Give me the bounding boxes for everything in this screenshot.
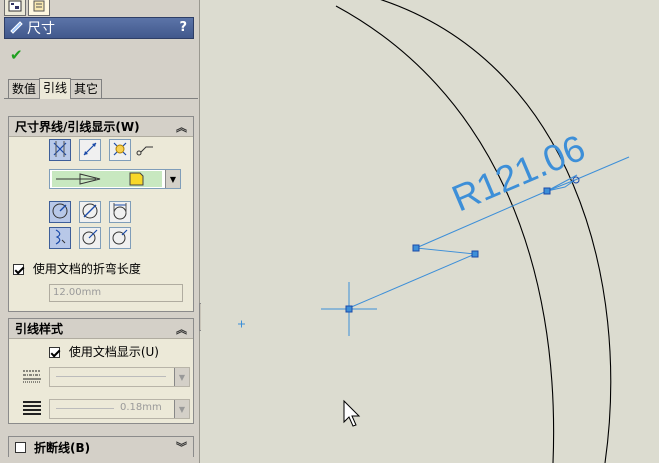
foreshortened-leader-icon <box>111 228 129 249</box>
chevron-down-icon: ▼ <box>174 368 189 386</box>
leader-handle[interactable] <box>345 305 353 313</box>
collapse-chevron-icon[interactable]: ︽ <box>176 119 187 135</box>
witness-leader-group: 尺寸界线/引线显示(W) ︽ ▼ 使用文档的折弯长度 12.00mm <box>8 116 194 312</box>
witness-leader-group-header[interactable]: 尺寸界线/引线显示(W) ︽ <box>9 117 193 137</box>
subtab-strip: 数值 引线 其它 <box>8 78 103 99</box>
leader-handle[interactable] <box>412 244 420 252</box>
tab-leaders[interactable]: 引线 <box>39 78 72 99</box>
panel-title: 尺寸 <box>27 21 55 37</box>
break-lines-group-header[interactable]: 折断线(B) ︾ <box>9 437 193 457</box>
leader-handle[interactable] <box>471 250 479 258</box>
bent-leader-icon <box>136 143 154 160</box>
arrows-smart-icon <box>111 140 129 161</box>
diameter-leader-icon <box>81 202 99 223</box>
help-button[interactable]: ? <box>179 20 187 35</box>
arrows-outside-icon <box>51 140 69 161</box>
break-lines-checkbox[interactable] <box>15 441 26 453</box>
drawing-svg: R121.06 <box>238 0 630 463</box>
arrow-style-select[interactable]: ▼ <box>49 169 181 189</box>
property-manager-tab[interactable] <box>28 0 50 16</box>
leader-open-button[interactable] <box>79 227 101 249</box>
leader-handle[interactable] <box>543 187 551 195</box>
witness-inside-button[interactable] <box>79 139 101 161</box>
tab-value[interactable]: 数值 <box>8 79 41 99</box>
break-lines-group-title: 折断线(B) <box>34 440 91 455</box>
line-weight-value: 0.18mm <box>120 402 162 413</box>
outer-arc[interactable] <box>335 5 555 463</box>
use-doc-bend-checkbox[interactable] <box>13 264 24 275</box>
subtab-divider <box>4 98 198 99</box>
witness-outside-button[interactable] <box>49 139 71 161</box>
leader-diameter-button[interactable] <box>79 201 101 223</box>
dimension-text[interactable]: R121.06 <box>446 127 591 219</box>
arrows-inside-icon <box>81 140 99 161</box>
leader-style-group-title: 引线样式 <box>15 322 64 336</box>
tab-other[interactable]: 其它 <box>70 79 103 99</box>
checkmark-icon: ✔ <box>10 46 23 64</box>
chevron-down-icon: ▼ <box>174 400 189 418</box>
radius-leader-icon <box>51 202 69 223</box>
line-weight-select: 0.18mm ▼ <box>49 399 190 419</box>
use-doc-display-row[interactable]: 使用文档显示(U) <box>49 343 159 360</box>
linear-diameter-icon <box>111 202 129 223</box>
line-style-icon <box>23 369 41 386</box>
ok-checkmark-button[interactable]: ✔ <box>10 46 23 64</box>
dimension-icon <box>9 20 23 37</box>
mouse-cursor-icon <box>343 399 361 427</box>
bend-length-input[interactable]: 12.00mm <box>49 284 183 302</box>
break-lines-group: 折断线(B) ︾ <box>8 436 194 457</box>
feature-manager-tab[interactable] <box>4 0 26 16</box>
use-doc-display-label: 使用文档显示(U) <box>68 345 159 359</box>
line-weight-icon <box>23 401 41 418</box>
panel-tabs <box>4 0 50 16</box>
witness-leader-group-title: 尺寸界线/引线显示(W) <box>15 120 140 134</box>
leader-foreshorten-button[interactable] <box>109 227 131 249</box>
use-doc-bend-row[interactable]: 使用文档的折弯长度 <box>13 260 141 277</box>
collapse-chevron-icon[interactable]: ︽ <box>176 321 187 337</box>
drawing-canvas[interactable]: R121.06 <box>201 0 659 463</box>
leader-style-group-header[interactable]: 引线样式 ︽ <box>9 319 193 339</box>
line-style-select: ▼ <box>49 367 190 387</box>
open-leader-icon <box>81 228 99 249</box>
property-manager-panel: 尺寸 ? ✔ 数值 引线 其它 尺寸界线/引线显示(W) ︽ ▼ 使用文档的折弯… <box>0 0 200 463</box>
property-manager-icon <box>32 0 46 15</box>
feature-manager-icon <box>8 0 22 15</box>
panel-titlebar: 尺寸 ? <box>4 17 194 39</box>
leader-linear-button[interactable] <box>109 201 131 223</box>
witness-smart-button[interactable] <box>109 139 131 161</box>
outer-arc-2[interactable] <box>376 0 612 463</box>
chevron-down-icon[interactable]: ▼ <box>165 170 180 188</box>
leader-jog-button[interactable] <box>49 227 71 249</box>
line-weight-preview <box>56 408 114 409</box>
line-style-preview <box>56 376 166 377</box>
use-doc-display-checkbox[interactable] <box>49 347 60 358</box>
leader-style-group: 引线样式 ︽ 使用文档显示(U) ▼ 0.18mm ▼ <box>8 318 194 424</box>
leader-radial-button[interactable] <box>49 201 71 223</box>
arrow-style-preview <box>52 171 162 190</box>
use-doc-bend-label: 使用文档的折弯长度 <box>32 262 141 276</box>
jogged-leader-icon <box>51 228 69 249</box>
expand-chevron-icon[interactable]: ︾ <box>176 439 187 455</box>
